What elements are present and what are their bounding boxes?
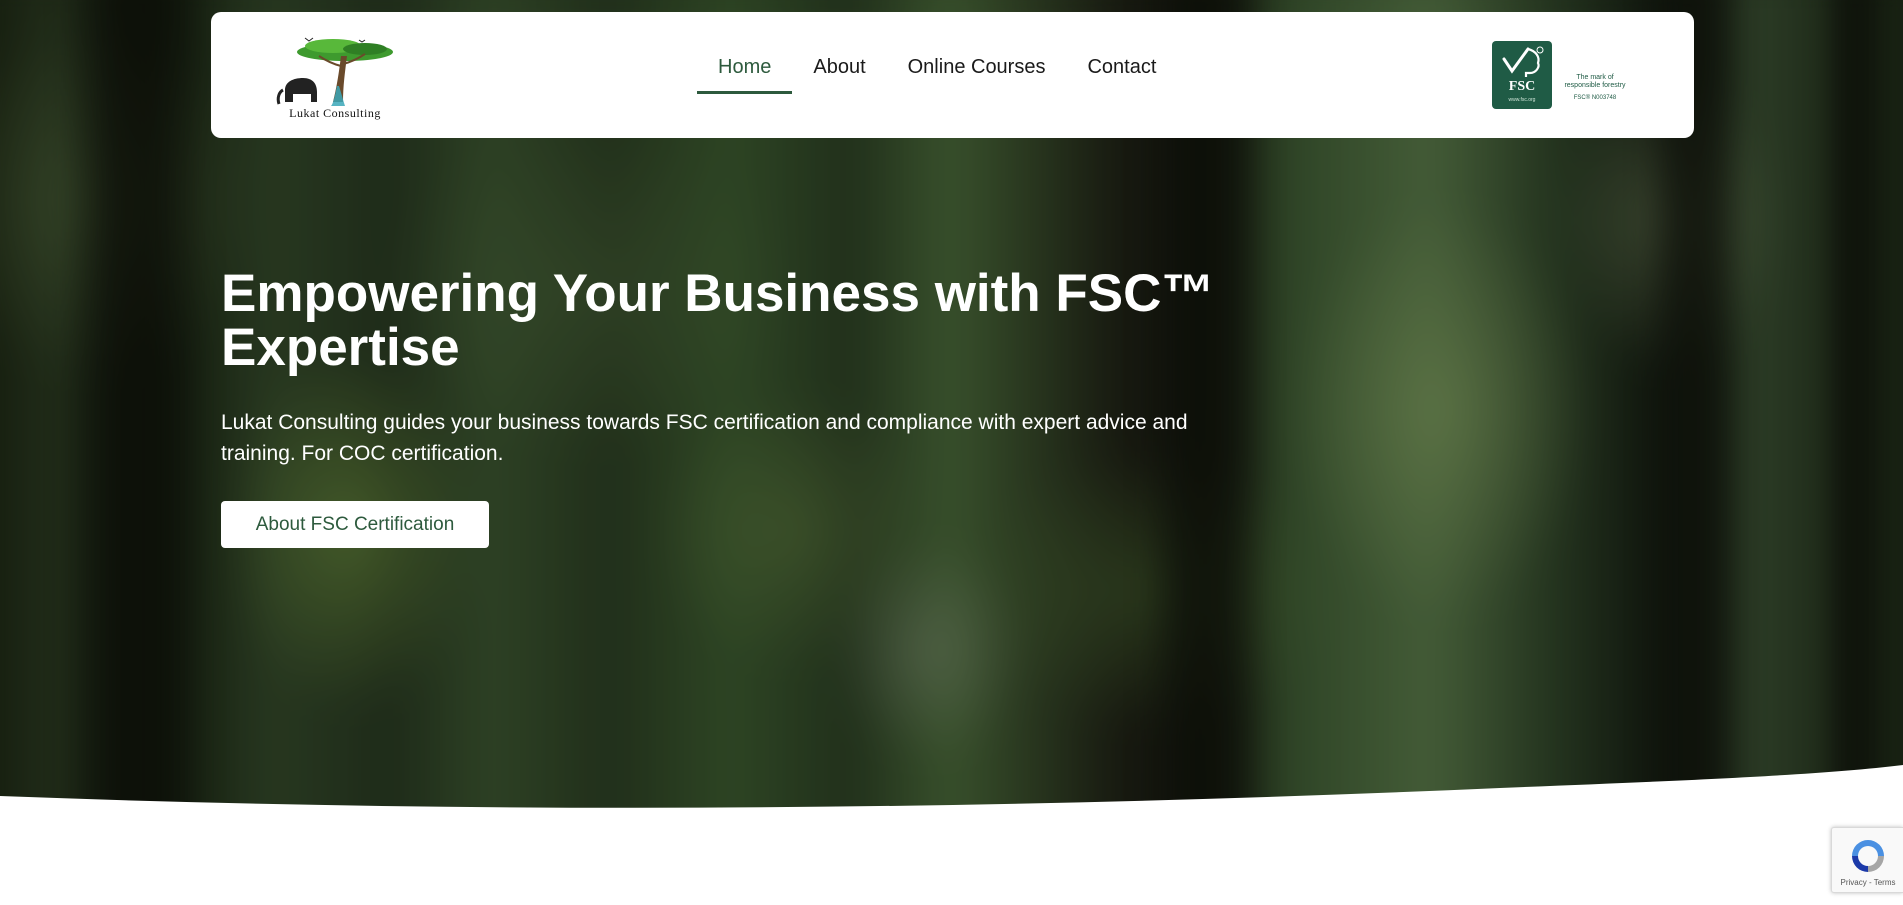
fsc-tagline-line1: The mark of (1576, 74, 1614, 81)
hero-wave-divider (0, 765, 1903, 905)
logo-text: Lukat Consulting (289, 106, 381, 120)
nav-online-courses[interactable]: Online Courses (887, 38, 1067, 94)
nav-contact[interactable]: Contact (1066, 38, 1177, 94)
hero-title: Empowering Your Business with FSC™ Exper… (221, 264, 1215, 377)
recaptcha-badge[interactable]: Privacy - Terms (1831, 827, 1903, 893)
page: Empowering Your Business with FSC™ Exper… (0, 0, 1903, 905)
main-nav: Home About Online Courses Contact (697, 56, 1177, 112)
recaptcha-icon (1852, 840, 1884, 872)
elephant-acacia-tree-logo-icon (276, 37, 393, 106)
fsc-label: FSC (1508, 79, 1536, 94)
nav-about[interactable]: About (792, 38, 886, 94)
site-header: Lukat Consulting Home About Online Cours… (211, 12, 1694, 138)
recaptcha-privacy-terms[interactable]: Privacy - Terms (1832, 878, 1903, 887)
about-fsc-certification-button[interactable]: About FSC Certification (221, 501, 489, 548)
fsc-tagline-line2: responsible forestry (1564, 82, 1626, 89)
fsc-site: www.fsc.org (1508, 97, 1536, 103)
fsc-tagline: The mark of responsible forestry (1558, 74, 1632, 90)
fsc-license-code: FSC® N003748 (1573, 95, 1617, 101)
fsc-logo-box: FSC www.fsc.org (1492, 41, 1552, 109)
fsc-badge[interactable]: FSC www.fsc.org The mark of responsible … (1492, 41, 1632, 111)
site-logo[interactable]: Lukat Consulting (273, 34, 397, 124)
hero-description: Lukat Consulting guides your business to… (221, 411, 1188, 465)
nav-home[interactable]: Home (697, 38, 793, 94)
fsc-tree-checkmark-logo-icon (1502, 46, 1544, 77)
